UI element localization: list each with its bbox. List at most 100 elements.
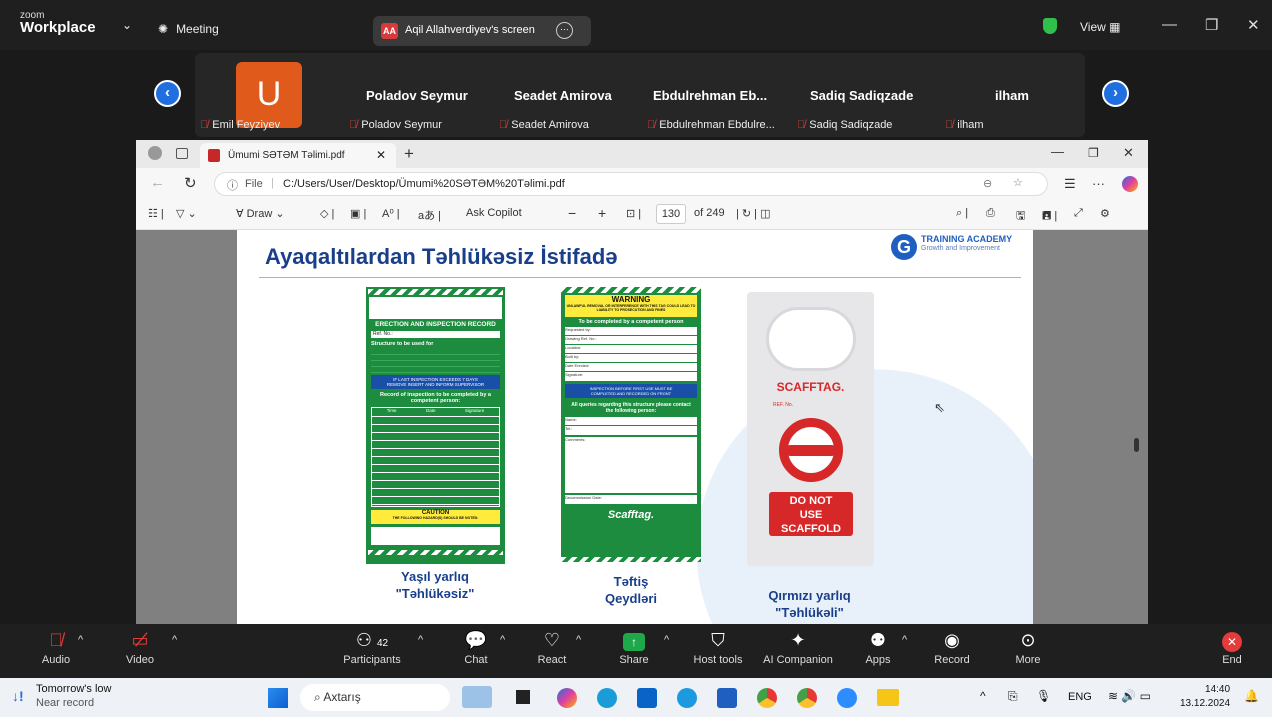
word-icon[interactable] [717, 688, 737, 708]
tab-actions-icon[interactable] [176, 148, 188, 159]
zoom-app-icon[interactable] [837, 688, 857, 708]
copilot-icon[interactable] [1122, 176, 1138, 192]
participants-button[interactable]: ⚇ 42 Participants [340, 624, 404, 666]
highlight-icon[interactable]: ▽ ⌄ [176, 207, 197, 220]
view-button[interactable]: View ▦ [1080, 20, 1120, 34]
meeting-label: Meeting [176, 22, 219, 36]
participants-options-icon[interactable]: ^ [418, 634, 423, 646]
end-button[interactable]: ✕ End [1212, 624, 1252, 666]
chevron-down-icon[interactable]: ⌄ [122, 18, 132, 32]
ask-copilot-button[interactable]: Ask Copilot [466, 207, 522, 219]
favorite-icon[interactable]: ☆ [1013, 176, 1023, 189]
more-icon[interactable]: ··· [1092, 176, 1105, 191]
apps-options-icon[interactable]: ^ [902, 634, 907, 646]
prev-page-icon[interactable]: ‹ [154, 80, 181, 107]
page-number-input[interactable]: 130 [656, 204, 686, 224]
close-icon[interactable]: ✕ [1123, 145, 1134, 161]
taskbar-search[interactable]: ⌕ Axtarış [300, 684, 450, 711]
participant-label: 🎙̸ Sadiq Sadiqzade [797, 119, 893, 131]
more-options-icon[interactable]: ··· [556, 22, 573, 39]
restore-icon[interactable]: ❐ [1205, 16, 1218, 34]
usb-icon[interactable]: ⎘ [1008, 689, 1018, 704]
shield-icon[interactable] [1043, 18, 1057, 34]
widget-icon[interactable] [462, 686, 492, 708]
info-icon[interactable]: ⓘ [227, 177, 238, 193]
zoom-icon[interactable]: ⊖ [983, 177, 992, 190]
language-indicator[interactable]: ENG [1068, 691, 1092, 703]
explorer-icon[interactable] [877, 689, 899, 706]
profile-icon[interactable] [148, 146, 162, 160]
meeting-menu[interactable]: ✺ Meeting [158, 22, 219, 36]
ai-companion-button[interactable]: ✦ AI Companion [760, 624, 836, 666]
mic-icon[interactable]: 🎙 [1036, 689, 1051, 703]
rotate-icon[interactable]: | ↻ | ◫ [736, 207, 771, 220]
notifications-icon[interactable]: 🔔 [1244, 689, 1259, 703]
react-options-icon[interactable]: ^ [576, 634, 581, 646]
url-input[interactable]: ⓘ File | C:/Users/User/Desktop/Ümumi%20S… [214, 172, 1048, 196]
share-options-icon[interactable]: ^ [664, 634, 669, 646]
academy-name: TRAINING ACADEMY [921, 234, 1013, 244]
zoom-in-icon[interactable]: + [598, 205, 606, 221]
erase-icon[interactable]: ◇ | [320, 207, 334, 220]
skype-icon[interactable] [677, 688, 697, 708]
react-button[interactable]: ♡ React [532, 624, 572, 666]
pdf-icon [208, 149, 220, 162]
text-icon[interactable]: ▣ | [350, 207, 366, 220]
zoom-out-icon[interactable]: − [568, 205, 576, 221]
apps-button[interactable]: ⚉ Apps [858, 624, 898, 666]
chrome-icon[interactable] [757, 688, 777, 708]
search-icon: ⌕ [314, 690, 321, 704]
back-icon[interactable]: ← [150, 174, 165, 191]
participant-label: 🎙̸ Ebdulrehman Ebdulre... [647, 119, 775, 131]
close-tab-icon[interactable]: ✕ [376, 148, 386, 162]
scrollbar-thumb[interactable] [1134, 438, 1139, 452]
tray-chevron-icon[interactable]: ^ [980, 689, 986, 703]
search-icon[interactable]: ⌕ | [956, 207, 968, 220]
restore-icon[interactable]: ❐ [1088, 146, 1099, 160]
tab-strip: Ümumi SƏTƏM Təlimi.pdf ✕ + — ❐ ✕ [136, 140, 1148, 168]
tab-pdf[interactable]: Ümumi SƏTƏM Təlimi.pdf ✕ [200, 143, 396, 168]
gear-icon[interactable]: ⚙ [1100, 207, 1110, 220]
next-page-icon[interactable]: › [1102, 80, 1129, 107]
chat-button[interactable]: 💬 Chat [456, 624, 496, 666]
refresh-icon[interactable]: ↻ [184, 174, 197, 192]
tab-title: Ümumi SƏTƏM Təlimi.pdf [228, 150, 345, 161]
minimize-icon[interactable]: — [1051, 144, 1064, 159]
start-icon[interactable] [268, 688, 288, 708]
task-view-icon[interactable] [516, 690, 530, 704]
favorites-icon[interactable]: ☰ [1064, 176, 1076, 192]
muted-mic-icon: 🎙̸ [200, 119, 209, 131]
save-icon[interactable]: 🖫 [1016, 207, 1025, 226]
network-volume-battery-icon[interactable]: ≋ 🔊 ▭ [1108, 689, 1151, 703]
edge-icon[interactable] [597, 688, 617, 708]
fit-icon[interactable]: ⊡ | [626, 207, 641, 220]
more-button[interactable]: ⊙ More [1008, 624, 1048, 666]
close-icon[interactable]: ✕ [1247, 16, 1260, 34]
fullscreen-icon[interactable]: ⤢ [1074, 207, 1083, 220]
minimize-icon[interactable]: — [1162, 16, 1177, 33]
participant-name: Seadet Amirova [514, 88, 612, 103]
clock[interactable]: 14:40 13.12.2024 [1180, 683, 1230, 711]
copilot-icon[interactable] [557, 688, 577, 708]
shared-browser-window: Ümumi SƏTƏM Təlimi.pdf ✕ + — ❐ ✕ ← ↻ ⓘ F… [136, 140, 1148, 624]
weather-widget[interactable]: Tomorrow's low Near record [36, 682, 111, 710]
save-as-icon[interactable]: 🖪 | [1042, 207, 1057, 226]
audio-button[interactable]: 🎙̸ Audio [36, 624, 76, 666]
chrome-profile-icon[interactable] [797, 688, 817, 708]
audio-options-icon[interactable]: ^ [78, 634, 83, 646]
outlook-icon[interactable] [637, 688, 657, 708]
print-icon[interactable]: ⎙ [986, 207, 995, 220]
weather-icon[interactable]: ↓! [12, 688, 24, 704]
translate-icon[interactable]: aあ | [418, 207, 441, 223]
chat-options-icon[interactable]: ^ [500, 634, 505, 646]
screen-share-pill[interactable]: AA Aqil Allahverdiyev's screen ··· [373, 16, 591, 46]
video-button[interactable]: ▭̸ Video [120, 624, 160, 666]
record-button[interactable]: ◉ Record [932, 624, 972, 666]
host-tools-button[interactable]: ⛉ Host tools [690, 624, 746, 666]
video-options-icon[interactable]: ^ [172, 634, 177, 646]
read-aloud-icon[interactable]: A⁰ | [382, 207, 400, 220]
new-tab-icon[interactable]: + [404, 144, 414, 164]
draw-button[interactable]: ∀ Draw ⌄ [236, 207, 285, 220]
share-button[interactable]: ↑ Share [614, 624, 654, 666]
contents-icon[interactable]: ☷ | [148, 207, 164, 220]
